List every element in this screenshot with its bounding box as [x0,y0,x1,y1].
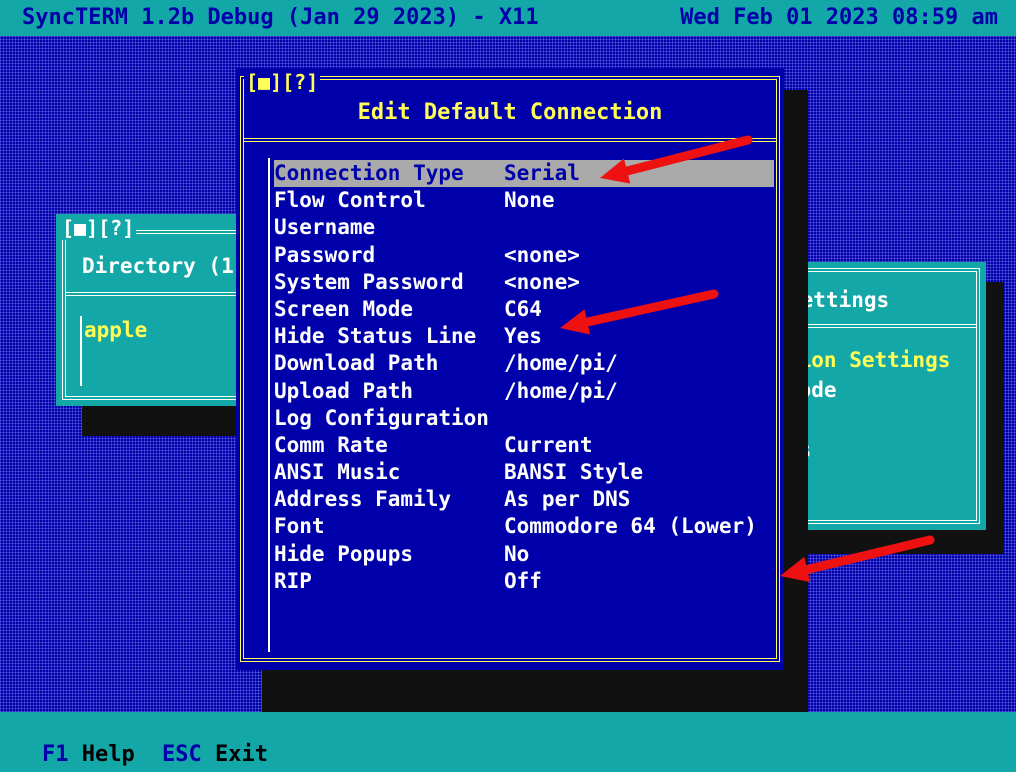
setting-row[interactable]: Connection Type Serial [274,160,774,188]
window-shadow [986,282,1004,554]
window-controls[interactable]: [■][?] [60,216,137,240]
window-shadow [82,406,250,436]
dialog-shadow [262,670,784,712]
setting-value: C64 [504,296,542,321]
f1-key[interactable]: F1 [42,742,69,767]
setting-value: BANSI Style [504,460,644,485]
setting-label: Screen Mode [274,296,414,321]
setting-row[interactable]: Log Configuration [274,405,774,432]
list-bar [268,158,270,652]
settings-item-connection-settings[interactable]: tion Settings [786,348,950,372]
setting-row[interactable]: RIP Off [274,568,774,595]
app-title: SyncTERM 1.2b Debug (Jan 29 2023) - X11 [22,5,539,30]
directory-item-apple[interactable]: apple [84,318,147,342]
setting-row[interactable]: Username [274,214,774,241]
setting-row[interactable]: Flow Control None [274,187,774,214]
edit-default-connection-dialog[interactable]: [■][?] Edit Default Connection Connectio… [236,68,784,670]
setting-label: Upload Path [274,378,414,403]
setting-row[interactable]: Hide Popups No [274,541,774,568]
divider [792,324,976,328]
setting-row[interactable]: Comm Rate Current [274,432,774,459]
list-bar [80,316,82,386]
exit-label[interactable]: Exit [215,742,268,767]
setting-label: Hide Status Line [274,324,477,349]
setting-label: System Password [274,269,464,294]
setting-value: None [504,188,555,213]
setting-label: Download Path [274,351,439,376]
setting-value: Commodore 64 (Lower) [504,514,757,539]
setting-value: Yes [504,324,542,349]
setting-value: As per DNS [504,487,631,512]
setting-value: /home/pi/ [504,378,618,403]
directory-title: Directory (1 [82,254,234,278]
setting-label: Log Configuration [274,405,489,430]
dialog-controls[interactable]: [■][?] [244,70,321,94]
setting-row[interactable]: Screen Mode C64 [274,296,774,323]
window-shadow [800,530,1004,554]
setting-row[interactable]: Address Family As per DNS [274,486,774,513]
setting-label: Flow Control [274,188,426,213]
setting-row[interactable]: ANSI Music BANSI Style [274,459,774,486]
setting-value: Current [504,432,593,457]
help-label[interactable]: Help [82,742,135,767]
setting-row[interactable]: Password <none> [274,242,774,269]
setting-value: Off [504,568,542,593]
setting-value: No [504,541,530,566]
setting-row[interactable]: Font Commodore 64 (Lower) [274,513,774,540]
setting-value: Serial [504,161,580,185]
setting-label: Username [274,215,376,240]
esc-key[interactable]: ESC [162,742,202,767]
divider [66,292,246,296]
setting-label: ANSI Music [274,460,401,485]
dialog-title: Edit Default Connection [357,100,663,125]
setting-label: RIP [274,568,312,593]
setting-label: Comm Rate [274,432,388,457]
title-bar: SyncTERM 1.2b Debug (Jan 29 2023) - X11 … [0,0,1016,36]
setting-row[interactable]: System Password <none> [274,269,774,296]
dialog-shadow [784,90,808,712]
status-bar: F1 Help ESC Exit [0,712,1016,772]
directory-window[interactable]: [■][?] Directory (1 apple [56,214,256,406]
setting-label: Connection Type [274,161,464,185]
setting-label: Password [274,242,376,267]
setting-row[interactable]: Hide Status Line Yes [274,323,774,350]
settings-window[interactable]: Settings tion Settings Mode t gs [782,262,986,530]
setting-row[interactable]: Download Path/home/pi/ [274,350,774,377]
setting-label: Hide Popups [274,541,414,566]
settings-list: Connection Type Serial Flow Control None Use… [274,160,774,595]
setting-value: /home/pi/ [504,351,618,376]
setting-value: <none> [504,269,580,294]
setting-value: <none> [504,242,580,267]
divider [244,138,776,142]
datetime: Wed Feb 01 2023 08:59 am [680,5,998,30]
setting-row[interactable]: Upload Path/home/pi/ [274,378,774,405]
setting-label: Font [274,514,325,539]
setting-label: Address Family [274,487,452,512]
